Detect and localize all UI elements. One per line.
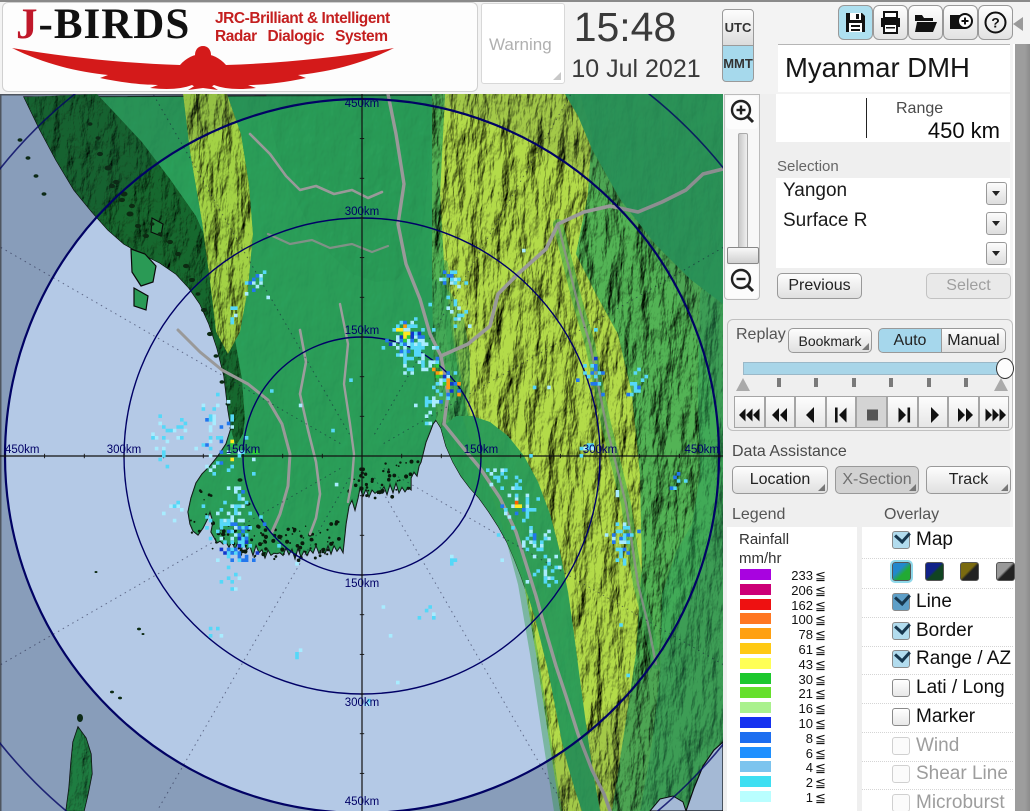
svg-text:300km: 300km: [107, 444, 142, 456]
svg-text:300km: 300km: [583, 444, 618, 456]
svg-text:150km: 150km: [345, 325, 380, 337]
svg-text:450km: 450km: [684, 444, 719, 456]
svg-text:150km: 150km: [464, 444, 499, 456]
svg-text:?: ?: [991, 15, 1000, 31]
svg-text:150km: 150km: [345, 578, 380, 590]
svg-text:150km: 150km: [226, 444, 261, 456]
svg-text:450km: 450km: [345, 796, 380, 808]
svg-text:300km: 300km: [345, 206, 380, 218]
svg-text:300km: 300km: [345, 697, 380, 709]
svg-text:450km: 450km: [345, 98, 380, 110]
svg-text:450km: 450km: [5, 444, 40, 456]
